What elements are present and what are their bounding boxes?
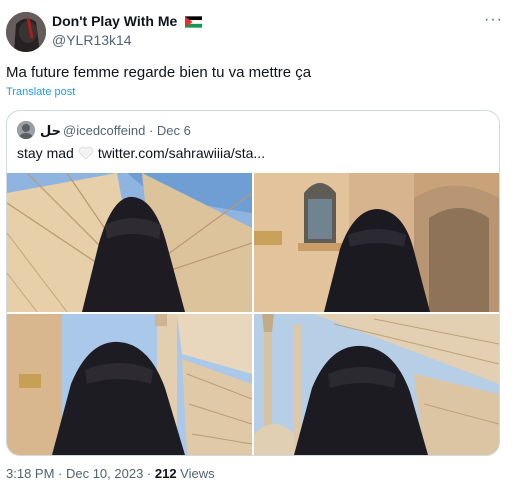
media-photo-3[interactable] — [7, 314, 252, 455]
author-display-name[interactable]: Don't Play With Me — [52, 13, 203, 29]
media-photo-1[interactable] — [7, 173, 252, 312]
white-heart-icon — [78, 146, 94, 160]
quoted-author-name: حل — [40, 123, 61, 138]
display-name-text: Don't Play With Me — [52, 13, 178, 29]
quoted-handle-date: @icedcoffeind · Dec 6 — [63, 123, 191, 138]
translate-post-link[interactable]: Translate post — [6, 86, 75, 98]
views-label: Views — [176, 466, 215, 480]
quoted-text-before: stay mad — [17, 145, 74, 161]
author-handle[interactable]: @YLR13k14 — [52, 32, 132, 48]
quoted-text: stay mad twitter.com/sahrawiiia/sta... — [17, 145, 265, 161]
tweet-text: Ma future femme regarde bien tu va mettr… — [6, 64, 312, 81]
tweet: Don't Play With Me @YLR13k14 ··· Ma futu… — [0, 0, 512, 480]
ellipsis-icon[interactable]: ··· — [484, 12, 503, 28]
media-photo-4[interactable] — [254, 314, 499, 455]
media-grid — [7, 173, 499, 455]
quoted-link[interactable]: twitter.com/sahrawiiia/sta... — [98, 145, 265, 161]
palestine-flag-icon — [185, 16, 203, 28]
media-photo-2[interactable] — [254, 173, 499, 312]
post-time-date[interactable]: 3:18 PM · Dec 10, 2023 · — [6, 466, 155, 480]
quoted-tweet-card[interactable]: حل @icedcoffeind · Dec 6 stay mad twitter… — [6, 110, 500, 456]
views-count: 212 — [154, 466, 177, 480]
quoted-author-avatar — [17, 121, 35, 139]
author-avatar[interactable] — [6, 12, 46, 52]
tweet-meta: 3:18 PM · Dec 10, 2023 · 212 Views — [6, 466, 215, 480]
